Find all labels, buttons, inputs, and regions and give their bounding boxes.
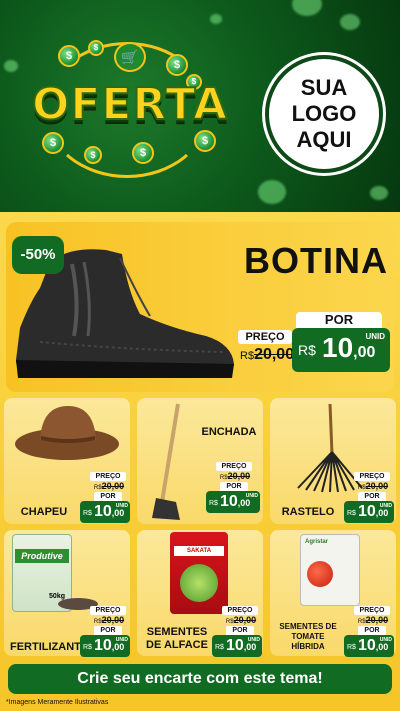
price-tag: PREÇO R$20,00 POR R$ 10,00 UNID: [344, 472, 394, 523]
product-name: FERTILIZANTES: [10, 641, 96, 653]
product-name: CHAPEU: [20, 506, 68, 518]
dollar-coin-icon: $: [166, 54, 188, 76]
lettuce-seed-pack-image: SAKATA: [170, 532, 228, 614]
old-price: R$20,00: [240, 346, 295, 363]
dollar-coin-icon: $: [194, 130, 216, 152]
tomato-seed-pack-image: Agristar: [300, 534, 360, 606]
price-tag: PREÇO R$20,00 POR R$ 10,00 UNID: [344, 606, 394, 657]
dollar-coin-icon: $: [42, 132, 64, 154]
shopping-cart-icon: 🛒: [114, 42, 146, 72]
dollar-coin-icon: $: [88, 40, 104, 56]
unit-label: UNID: [365, 332, 385, 341]
logo-placeholder[interactable]: SUA LOGO AQUI: [265, 55, 383, 173]
price-tag: PREÇO R$20,00 POR R$ 10,00 UNID: [206, 462, 260, 513]
logo-line: LOGO: [291, 101, 357, 126]
pack-brand: SAKATA: [174, 546, 224, 556]
hoe-image: [152, 403, 180, 520]
product-name: RASTELO: [281, 506, 335, 518]
currency: R$: [298, 342, 316, 358]
bag-brand: Produtive: [15, 549, 69, 563]
price-tag: PREÇO R$20,00 POR R$ 10,00 UNID: [212, 606, 262, 657]
price-tag: PREÇO R$20,00 POR R$ 10,00 UNID: [80, 472, 130, 523]
hat-image: [15, 406, 119, 460]
oferta-title: OFERTA: [31, 78, 229, 131]
product-name: SEMENTES DE ALFACE: [146, 626, 208, 651]
pack-brand: Agristar: [305, 539, 329, 545]
dollar-coin-icon: $: [84, 146, 102, 164]
hero-price-tag: PREÇO R$20,00 POR R$ 10,00 UNID: [238, 312, 390, 376]
por-label: POR: [296, 312, 382, 328]
hero-product-name: BOTINA: [244, 240, 388, 281]
create-flyer-button[interactable]: Crie seu encarte com este tema!: [8, 664, 392, 694]
dollar-coin-icon: $: [132, 142, 154, 164]
disclaimer: *Imagens Meramente Ilustrativas: [6, 699, 109, 706]
logo-line: AQUI: [296, 127, 352, 152]
dollar-coin-icon: $: [58, 45, 80, 67]
product-name: SEMENTES DE TOMATE HÍBRIDA: [279, 622, 337, 651]
discount-badge: -50%: [12, 236, 64, 274]
product-name: ENCHADA: [201, 426, 257, 438]
price-tag: PREÇO R$20,00 POR R$ 10,00 UNID: [80, 606, 130, 657]
price-label: PREÇO: [238, 330, 292, 344]
logo-line: SUA: [300, 75, 348, 100]
new-price-box: R$ 10,00 UNID: [292, 328, 390, 372]
header-banner: $ $ $ $ $ $ $ $ 🛒 OFERTA SUA LOGO AQUI: [0, 0, 400, 212]
